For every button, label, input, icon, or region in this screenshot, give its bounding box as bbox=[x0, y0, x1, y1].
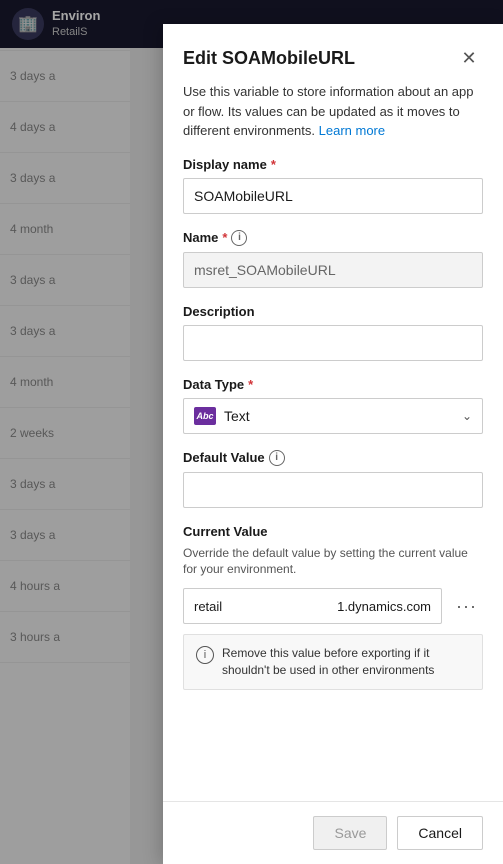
save-button[interactable]: Save bbox=[313, 816, 387, 850]
dialog-title: Edit SOAMobileURL bbox=[183, 48, 355, 69]
data-type-label: Data Type * bbox=[183, 377, 483, 392]
display-name-field: Display name * bbox=[183, 157, 483, 214]
cancel-button[interactable]: Cancel bbox=[397, 816, 483, 850]
default-value-info-icon[interactable]: i bbox=[269, 450, 285, 466]
name-input bbox=[183, 252, 483, 288]
chevron-down-icon: ⌄ bbox=[462, 409, 472, 423]
required-star: * bbox=[271, 157, 276, 172]
dropdown-left: Abc Text bbox=[194, 407, 250, 425]
current-value-section: Current Value Override the default value… bbox=[183, 524, 483, 690]
dialog-footer: Save Cancel bbox=[163, 801, 503, 864]
required-star: * bbox=[248, 377, 253, 392]
name-info-icon[interactable]: i bbox=[231, 230, 247, 246]
name-label: Name * i bbox=[183, 230, 483, 246]
description-label: Description bbox=[183, 304, 483, 319]
type-icon: Abc bbox=[194, 407, 216, 425]
display-name-label: Display name * bbox=[183, 157, 483, 172]
dialog-description: Use this variable to store information a… bbox=[183, 82, 483, 141]
current-value-input-wrap: retail 1.dynamics.com bbox=[183, 588, 442, 624]
current-value-left-text: retail bbox=[184, 599, 232, 614]
default-value-input[interactable] bbox=[183, 472, 483, 508]
info-notice: i Remove this value before exporting if … bbox=[183, 634, 483, 690]
display-name-input[interactable] bbox=[183, 178, 483, 214]
current-value-description: Override the default value by setting th… bbox=[183, 545, 483, 579]
more-options-button[interactable]: ··· bbox=[450, 592, 483, 621]
current-value-right-text: 1.dynamics.com bbox=[327, 599, 441, 614]
current-value-row: retail 1.dynamics.com ··· bbox=[183, 588, 483, 624]
dialog-header: Edit SOAMobileURL ✕ bbox=[163, 24, 503, 82]
data-type-field: Data Type * Abc Text ⌄ bbox=[183, 377, 483, 434]
description-field: Description bbox=[183, 304, 483, 361]
edit-dialog: Edit SOAMobileURL ✕ Use this variable to… bbox=[163, 24, 503, 864]
current-value-label: Current Value bbox=[183, 524, 483, 539]
default-value-label: Default Value i bbox=[183, 450, 483, 466]
notice-text: Remove this value before exporting if it… bbox=[222, 645, 470, 679]
data-type-value: Text bbox=[224, 408, 250, 424]
description-input[interactable] bbox=[183, 325, 483, 361]
close-button[interactable]: ✕ bbox=[455, 44, 483, 72]
default-value-field: Default Value i bbox=[183, 450, 483, 508]
notice-icon: i bbox=[196, 646, 214, 664]
name-field: Name * i bbox=[183, 230, 483, 288]
required-star: * bbox=[222, 230, 227, 245]
dialog-body: Use this variable to store information a… bbox=[163, 82, 503, 801]
learn-more-link[interactable]: Learn more bbox=[319, 123, 385, 138]
data-type-dropdown[interactable]: Abc Text ⌄ bbox=[183, 398, 483, 434]
